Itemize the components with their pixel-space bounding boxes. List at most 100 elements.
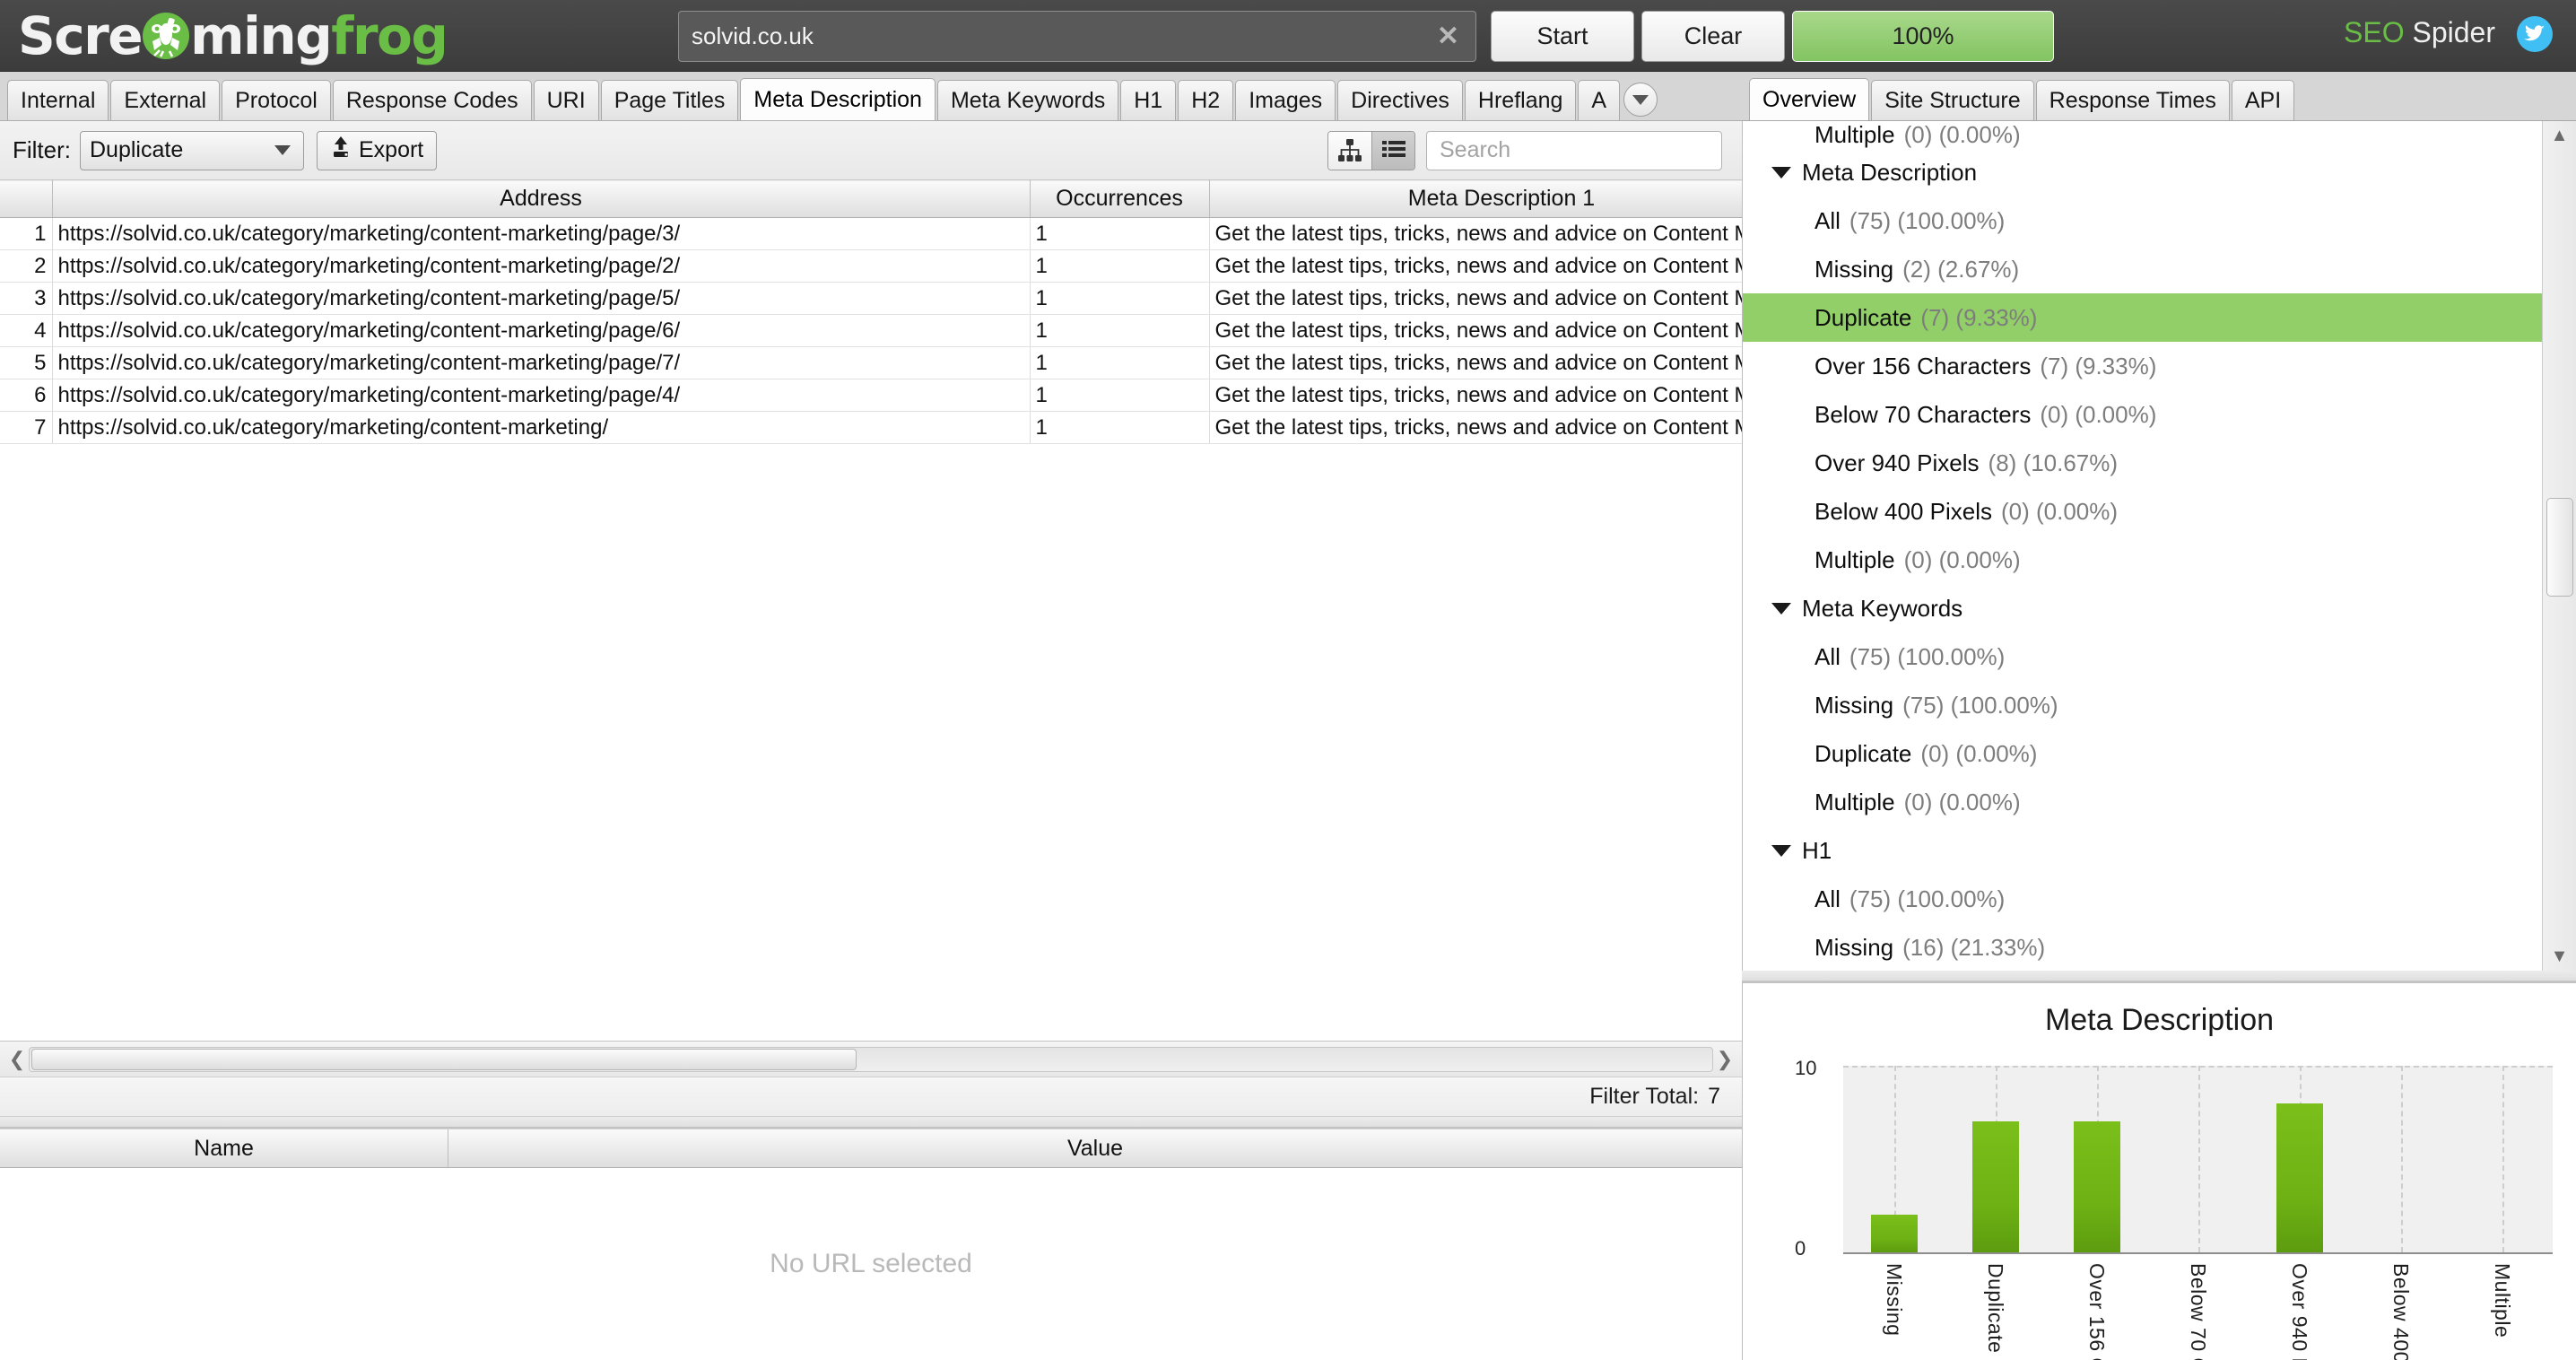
brand-seo-text: SEO	[2344, 16, 2405, 48]
main-tabs-container: Internal External Protocol Response Codes UR…	[7, 78, 1622, 120]
tree-item-count: (0) (0.00%)	[1903, 121, 2021, 148]
tab-meta-keywords[interactable]: Meta Keywords	[936, 80, 1119, 120]
chart-bar[interactable]	[1971, 1121, 2019, 1252]
tree-item-label: Multiple	[1815, 121, 1895, 148]
horizontal-scrollbar[interactable]: ❮ ❯	[0, 1041, 1742, 1077]
sidebar-tab-site-structure[interactable]: Site Structure	[1871, 80, 2034, 120]
tab-hreflang[interactable]: Hreflang	[1464, 80, 1577, 120]
chart-bar[interactable]	[2073, 1121, 2120, 1252]
table-row[interactable]: 6 https://solvid.co.uk/category/marketing…	[0, 379, 1742, 412]
chart-bar-slot	[2350, 1066, 2451, 1252]
tree-item-meta-keywords[interactable]: Meta Keywords	[1743, 584, 2542, 632]
column-header-meta-description-1[interactable]: Meta Description 1	[1209, 179, 1742, 218]
vscroll-thumb[interactable]	[2546, 498, 2573, 597]
detail-column-name[interactable]: Name	[0, 1129, 448, 1167]
table-row[interactable]: 2 https://solvid.co.uk/category/marketing…	[0, 249, 1742, 283]
url-input[interactable]	[679, 22, 1421, 50]
tree-item-below-400-pixels[interactable]: Below 400 Pixels (0) (0.00%)	[1743, 487, 2542, 536]
tree-item-label: Meta Description	[1802, 158, 1978, 186]
column-header-address[interactable]: Address	[52, 179, 1031, 218]
scroll-up-icon[interactable]: ▲	[2551, 126, 2569, 144]
table-row[interactable]: 1 https://solvid.co.uk/category/marketing…	[0, 217, 1742, 250]
url-input-wrapper[interactable]: ✕	[678, 11, 1476, 62]
tree-item-label: Multiple	[1815, 788, 1895, 815]
scroll-left-icon[interactable]: ❮	[5, 1048, 29, 1071]
tree-item-all[interactable]: All (75) (100.00%)	[1743, 196, 2542, 245]
hscroll-track[interactable]	[29, 1046, 1713, 1072]
left-pane: Internal External Protocol Response Codes UR…	[0, 72, 1742, 1360]
tree-item-over-940-pixels[interactable]: Over 940 Pixels (8) (10.67%)	[1743, 439, 2542, 487]
detail-column-value[interactable]: Value	[448, 1129, 1742, 1167]
sidebar-tab-api[interactable]: API	[2231, 80, 2295, 120]
tab-h1[interactable]: H1	[1120, 80, 1177, 120]
tab-h2[interactable]: H2	[1178, 80, 1234, 120]
clear-url-icon[interactable]: ✕	[1421, 22, 1475, 50]
tree-item-h1[interactable]: H1	[1743, 826, 2542, 875]
clear-button[interactable]: Clear	[1641, 11, 1785, 62]
tab-a[interactable]: A	[1578, 80, 1621, 120]
crawl-progress-button[interactable]: 100%	[1792, 11, 2054, 62]
triangle-down-icon[interactable]	[1771, 602, 1791, 615]
table-row[interactable]: 5 https://solvid.co.uk/category/marketing…	[0, 346, 1742, 379]
tree-item-multiple[interactable]: Multiple (0) (0.00%)	[1743, 121, 2542, 148]
triangle-down-icon[interactable]	[1771, 844, 1791, 857]
tree-item-duplicate[interactable]: Duplicate (7) (9.33%)	[1743, 293, 2542, 342]
triangle-down-icon[interactable]	[1771, 166, 1791, 179]
chart-bar-slot	[2249, 1066, 2350, 1252]
twitter-icon[interactable]	[2517, 16, 2553, 52]
tab-external[interactable]: External	[110, 80, 221, 120]
tab-uri[interactable]: URI	[533, 80, 599, 120]
sidebar-vertical-scrollbar[interactable]: ▲ ▼	[2542, 121, 2576, 971]
chart-bar[interactable]	[2276, 1103, 2323, 1252]
row-index: 3	[0, 282, 53, 315]
tree-item-missing[interactable]: Missing (2) (2.67%)	[1743, 245, 2542, 293]
search-input[interactable]	[1427, 137, 1721, 163]
export-button[interactable]: Export	[317, 130, 438, 170]
tab-response-codes[interactable]: Response Codes	[332, 80, 532, 120]
search-input-wrapper[interactable]	[1426, 130, 1722, 170]
tree-item-label: Below 400 Pixels	[1815, 497, 1992, 525]
list-view-icon[interactable]	[1371, 131, 1414, 170]
tree-view-icon[interactable]	[1328, 131, 1371, 170]
column-header-index[interactable]	[0, 179, 53, 218]
tree-item-all[interactable]: All (75) (100.00%)	[1743, 875, 2542, 923]
overview-tree-list[interactable]: Multiple (0) (0.00%) Meta Description All (7…	[1743, 121, 2542, 971]
right-pane: Overview Site Structure Response Times API …	[1742, 72, 2576, 1360]
tree-item-multiple[interactable]: Multiple (0) (0.00%)	[1743, 536, 2542, 584]
tab-protocol[interactable]: Protocol	[222, 80, 331, 120]
tab-label: Hreflang	[1477, 87, 1563, 113]
chart-xlabel-slot: Over 156 Characters	[2046, 1263, 2147, 1360]
tab-internal[interactable]: Internal	[7, 80, 109, 120]
tab-directives[interactable]: Directives	[1337, 80, 1463, 120]
tab-images[interactable]: Images	[1235, 80, 1336, 120]
tree-item-count: (0) (0.00%)	[1920, 739, 2038, 767]
tree-item-duplicate[interactable]: Duplicate (0) (0.00%)	[1743, 729, 2542, 778]
table-row[interactable]: 4 https://solvid.co.uk/category/marketing…	[0, 314, 1742, 347]
table-row[interactable]: 3 https://solvid.co.uk/category/marketing…	[0, 282, 1742, 315]
tab-meta-description[interactable]: Meta Description	[740, 78, 936, 120]
chart-bar-slot	[1843, 1066, 1945, 1252]
tree-item-over-156-characters[interactable]: Over 156 Characters (7) (9.33%)	[1743, 342, 2542, 390]
tree-item-multiple[interactable]: Multiple (0) (0.00%)	[1743, 778, 2542, 826]
start-button[interactable]: Start	[1491, 11, 1634, 62]
tree-item-below-70-characters[interactable]: Below 70 Characters (0) (0.00%)	[1743, 390, 2542, 439]
column-header-occurrences[interactable]: Occurrences	[1030, 179, 1210, 218]
chart-bar[interactable]	[1870, 1215, 1918, 1252]
tree-item-all[interactable]: All (75) (100.00%)	[1743, 632, 2542, 681]
chart-xlabel: Below 400 Pixels	[2389, 1263, 2413, 1360]
results-table: Address Occurrences Meta Description 1 ✚…	[0, 179, 1742, 444]
sidebar-tab-overview[interactable]: Overview	[1749, 78, 1870, 120]
table-row[interactable]: 7 https://solvid.co.uk/category/marketing…	[0, 411, 1742, 444]
tree-item-missing[interactable]: Missing (75) (100.00%)	[1743, 681, 2542, 729]
tree-item-missing[interactable]: Missing (16) (21.33%)	[1743, 923, 2542, 971]
tab-overflow-chevron-down-icon[interactable]	[1623, 83, 1658, 117]
scroll-right-icon[interactable]: ❯	[1713, 1048, 1736, 1071]
scroll-down-icon[interactable]: ▼	[2551, 947, 2569, 965]
tab-page-titles[interactable]: Page Titles	[600, 80, 739, 120]
sidebar-tab-response-times[interactable]: Response Times	[2035, 80, 2230, 120]
view-mode-toggle[interactable]	[1327, 130, 1415, 170]
filter-dropdown[interactable]: Duplicate	[80, 130, 304, 170]
hscroll-thumb[interactable]	[31, 1048, 857, 1070]
tree-item-label: All	[1815, 885, 1841, 912]
tree-item-meta-description[interactable]: Meta Description	[1743, 148, 2542, 196]
